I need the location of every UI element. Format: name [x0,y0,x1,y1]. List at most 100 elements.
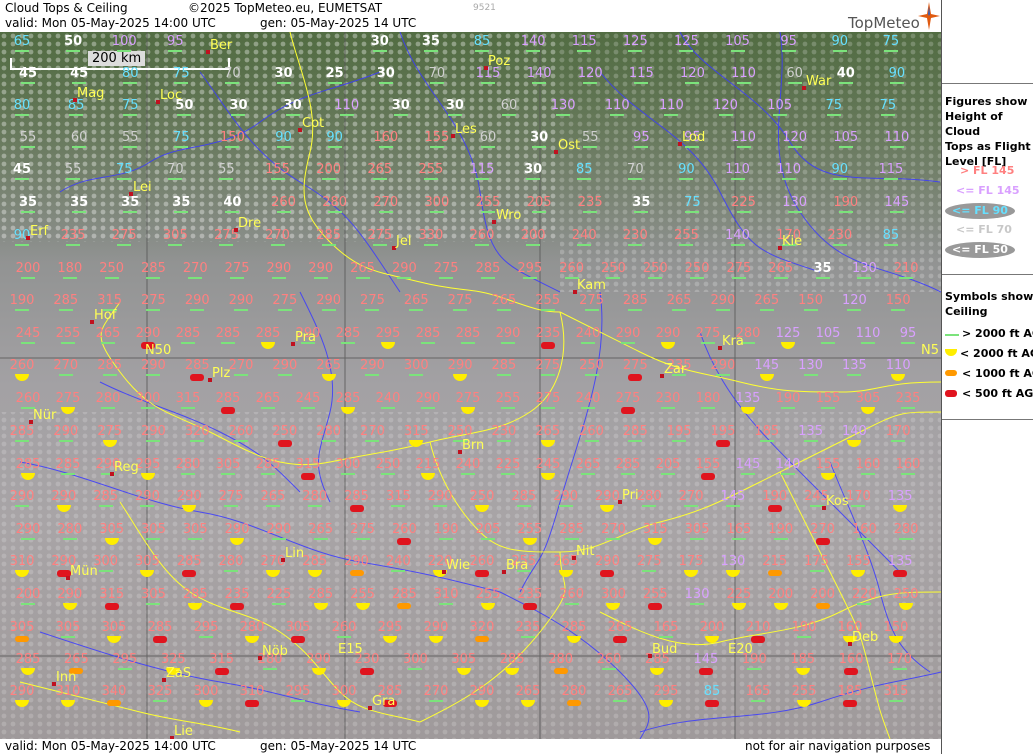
ceiling-symbol [843,700,857,707]
ceiling-symbol [381,473,395,475]
cloud-top-value: 60 [70,130,88,145]
cloud-top-value: 140 [526,66,552,81]
cloud-top-value: 35 [421,34,440,49]
cloud-top-value: 190 [768,522,794,537]
cloud-top-value: 150 [220,130,245,145]
cloud-top-value: 290 [9,684,35,699]
cloud-top-value: 315 [295,457,321,472]
ceiling-symbol [751,636,765,643]
ceiling-symbol [581,342,595,344]
cloud-top-value: 150 [798,293,823,308]
ceiling-symbol [69,114,84,116]
city-label: Kie [782,234,803,249]
cloud-top-value: 35 [70,195,89,210]
cloud-top-value: 200 [15,261,41,276]
cloud-top-value: 60 [479,130,497,145]
ceiling-symbol [481,538,495,540]
ceiling-symbol [679,50,694,52]
cloud-top-value: 255 [517,522,543,537]
cloud-top-value: 250 [601,261,626,276]
cloud-top-value: 85 [473,34,491,49]
city-label: Nür [33,408,57,423]
ceiling-symbol [541,342,555,349]
ceiling-symbol [797,636,811,638]
cloud-top-value: 235 [517,587,543,602]
ceiling-symbol [857,277,872,279]
cloud-top-value: 155 [815,457,841,472]
ceiling-symbol [307,505,322,507]
ceiling-symbol [270,244,285,246]
cloud-top-value: 315 [175,391,201,406]
ceiling-symbol [642,505,657,507]
ceiling-symbol [584,374,599,376]
cloud-top-value: 120 [713,98,738,113]
ceiling-symbol [628,309,643,311]
cloud-top-value: 110 [855,326,881,341]
ceiling-symbol [98,505,113,507]
cloud-top-value: 60 [786,66,803,81]
cloud-top-value: 130 [798,358,823,373]
cloud-top-value: 290 [15,522,41,537]
ceiling-symbol [584,440,599,442]
cloud-top-value: 290 [266,261,292,276]
cloud-top-value: 25 [325,66,344,81]
city-label: Bra [506,558,529,573]
ceiling-symbol [803,440,818,442]
cloud-top-value: 265 [491,293,517,308]
legend-ceiling-gt2000: > 2000 ft AGL [962,327,1033,340]
cloud-top-value: 120 [841,293,867,308]
cloud-top-value: 170 [887,652,912,667]
city-label: Ber [210,38,233,53]
cloud-top-value: 215 [415,457,441,472]
cloud-top-value: 230 [491,424,517,439]
cloud-top-value: 265 [666,293,692,308]
legend-gt145: > FL 145 [960,164,1015,177]
ceiling-symbol [684,505,699,507]
ceiling-symbol [271,603,286,605]
ceiling-symbol [221,407,235,414]
cloud-top-value: 130 [851,261,877,276]
ceiling-symbol [481,82,495,84]
legend-panel: Figures show Height of Cloud Tops as Fli… [941,0,1033,754]
cloud-top-value: 305 [855,391,881,406]
cloud-top-value: 290 [176,489,202,504]
city-label: Pra [295,330,316,345]
ceiling-symbol [553,668,568,674]
ceiling-symbol [532,211,547,213]
ceiling-symbol [526,50,541,52]
ceiling-symbol [429,146,444,148]
cloud-top-value: 280 [57,522,83,537]
ceiling-symbol [628,178,643,180]
cloud-top-value: 265 [607,620,633,635]
ceiling-symbol [857,538,872,540]
ceiling-symbol [365,440,380,442]
ceiling-symbol [685,146,700,148]
cloud-top-value: 35 [18,195,38,210]
ceiling-symbol [901,342,915,344]
ceiling-symbol [104,603,119,610]
ceiling-symbol [174,211,189,213]
cloud-top-value: 75 [173,130,190,145]
city-label: Kam [577,278,606,293]
ceiling-symbol [532,82,547,84]
cloud-top-value: 115 [475,66,501,81]
ceiling-symbol [21,538,35,540]
city-label: Lie [174,724,193,739]
weather-map[interactable]: 200 km 65 50 100 95 30 35 85 140 115 125 125 105 95 9… [0,32,941,739]
cloud-top-value: 185 [754,424,780,439]
ceiling-symbol [690,603,705,605]
ceiling-symbol [117,244,132,246]
cloud-top-value: 55 [218,162,235,177]
ceiling-symbol [496,374,511,376]
cloud-top-value: 225 [495,457,521,472]
cloud-top-value: 105 [833,130,859,145]
cloud-top-value: 250 [447,424,473,439]
cloud-top-value: 150 [883,620,909,635]
ceiling-symbol [679,244,694,246]
cloud-top-value: 85 [575,162,593,177]
cloud-top-value: 305 [101,620,127,635]
ceiling-symbol [889,700,903,702]
cloud-top-value: 300 [601,587,626,602]
cloud-top-value: 265 [63,652,89,667]
ceiling-symbol [234,309,249,311]
